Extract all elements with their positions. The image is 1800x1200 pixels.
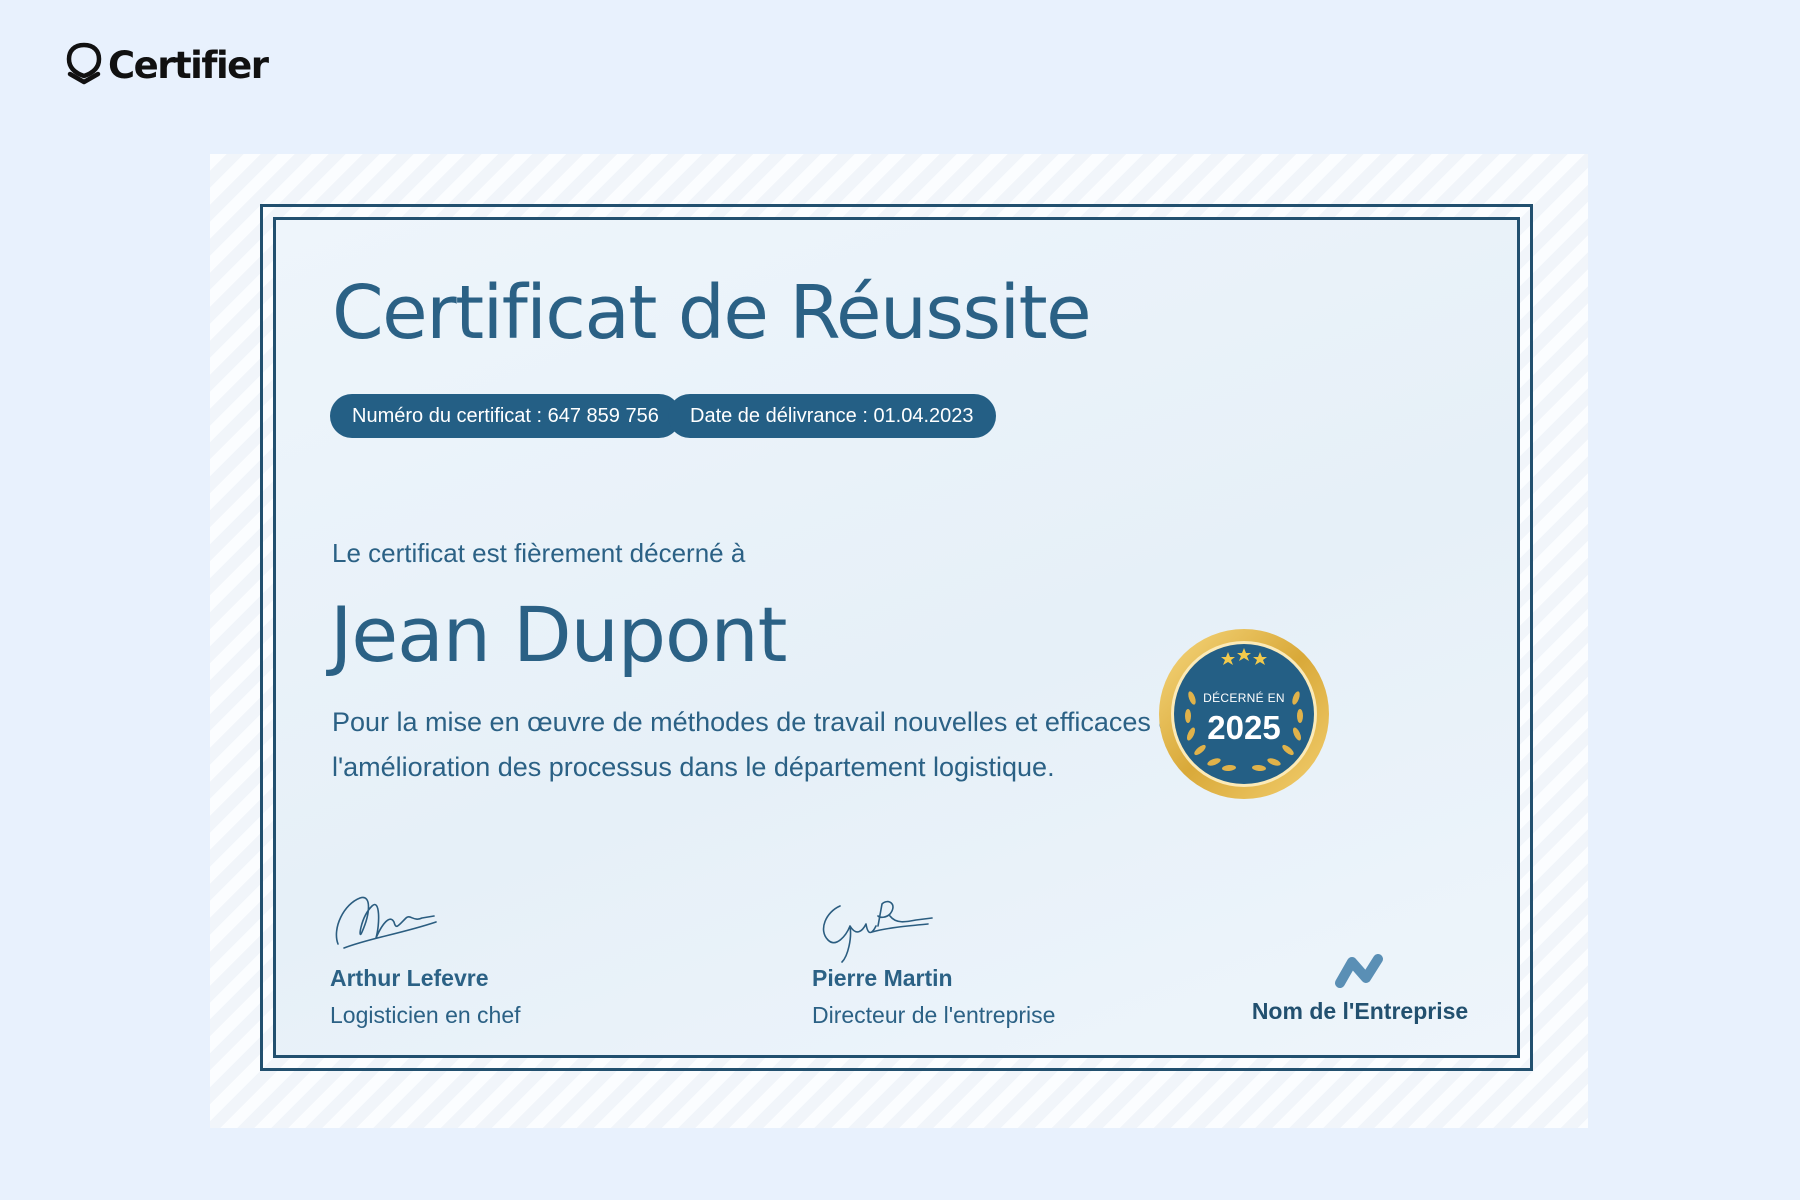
- company-name: Nom de l'Entreprise: [1251, 998, 1469, 1024]
- signer-1-name: Arthur Lefevre: [330, 965, 489, 991]
- company-block: Nom de l'Entreprise: [1244, 954, 1476, 1025]
- signature-pierre-martin: [822, 900, 933, 963]
- award-intro-text: Le certificat est fièrement décerné à: [332, 538, 746, 568]
- signer-2-role: Directeur de l'entreprise: [812, 1002, 1056, 1028]
- signature-arthur-lefevre: [335, 896, 437, 949]
- recipient-name: Jean Dupont: [330, 590, 787, 679]
- certificate-paper: Certificat de Réussite Numéro du certifi…: [210, 154, 1588, 1128]
- seal-year: 2025: [1207, 709, 1281, 746]
- company-n-logo-icon: [1335, 954, 1383, 988]
- signer-block-2: Pierre Martin Directeur de l'entreprise: [812, 965, 1055, 1029]
- award-seal: DÉCERNÉ EN 2025: [1158, 628, 1330, 800]
- certificate-title: Certificat de Réussite: [332, 270, 1092, 356]
- certificate-number-pill: Numéro du certificat : 647 859 756: [330, 394, 681, 438]
- certificate-outer-frame: Certificat de Réussite Numéro du certifi…: [260, 204, 1533, 1071]
- seal-label: DÉCERNÉ EN: [1203, 691, 1285, 705]
- award-description: Pour la mise en œuvre de méthodes de tra…: [332, 707, 1181, 782]
- issue-date-pill: Date de délivrance : 01.04.2023: [668, 394, 996, 438]
- signer-2-name: Pierre Martin: [812, 965, 953, 991]
- signer-1-role: Logisticien en chef: [330, 1002, 521, 1028]
- certifier-shield-icon: [66, 42, 102, 85]
- signer-block-1: Arthur Lefevre Logisticien en chef: [330, 965, 521, 1029]
- brand-name: Certifier: [108, 43, 269, 87]
- seal-text: DÉCERNÉ EN 2025: [1158, 628, 1330, 800]
- certificate-inner-frame: Certificat de Réussite Numéro du certifi…: [273, 217, 1520, 1058]
- brand-logo: Certifier: [66, 42, 269, 88]
